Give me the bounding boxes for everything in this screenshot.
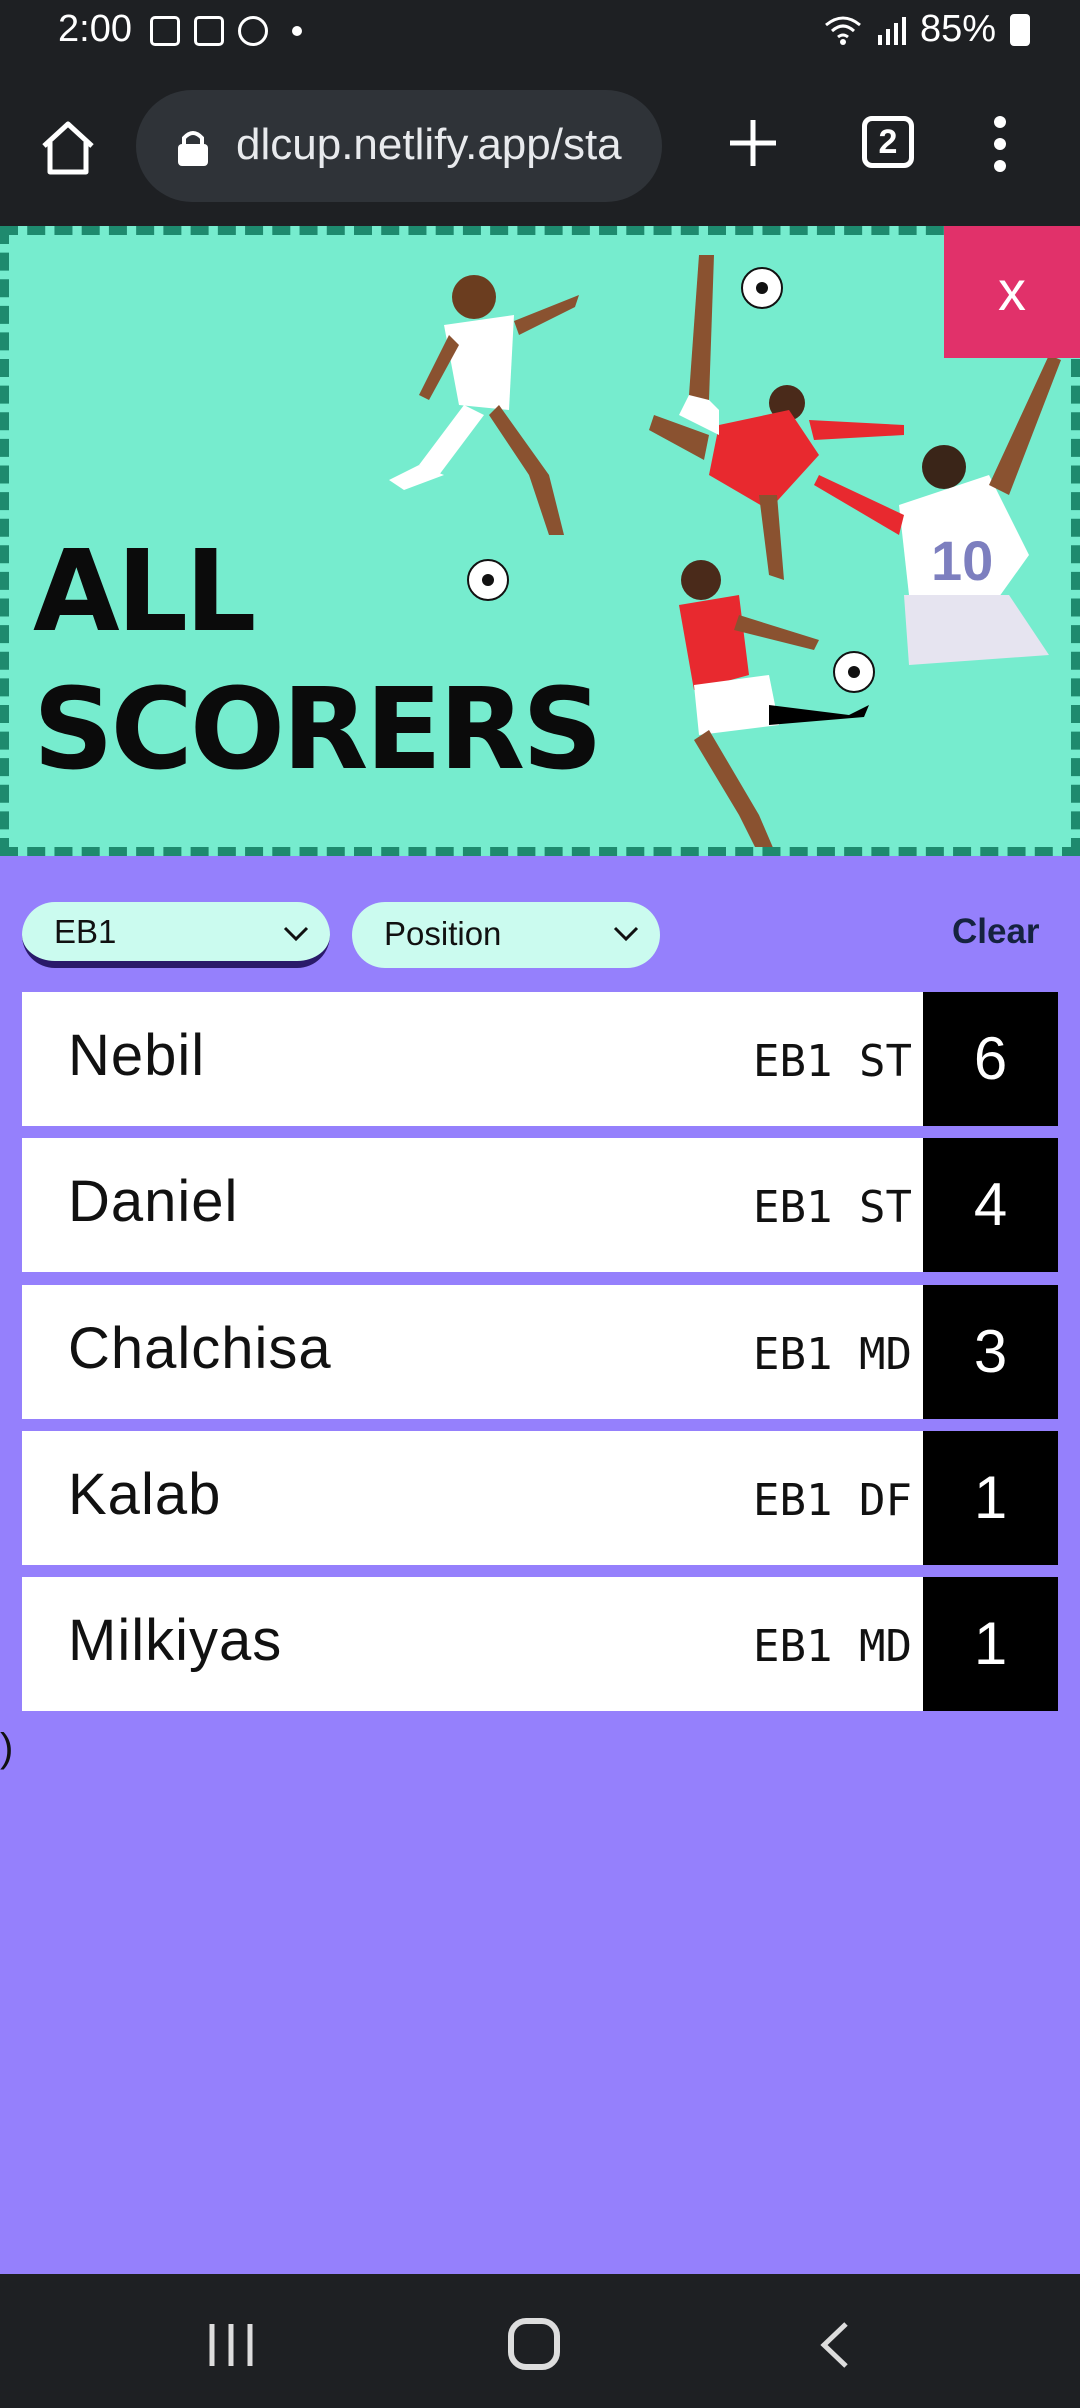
scorer-position: DF [859,1475,912,1526]
chevron-down-icon [283,926,309,942]
scorer-name: Chalchisa [68,1316,332,1381]
scorer-position: ST [859,1182,912,1233]
more-vert-icon[interactable] [988,114,1012,174]
scorer-name: Kalab [68,1462,222,1527]
scorer-goals: 1 [923,1577,1058,1711]
lock-icon [178,131,208,166]
scorer-name: Milkiyas [68,1608,283,1673]
chevron-down-icon [613,926,639,942]
recent-apps-icon[interactable] [206,2322,256,2368]
home-nav-icon[interactable] [508,2318,560,2370]
battery-icon [1010,13,1030,46]
scorer-goals: 1 [923,1431,1058,1565]
scorer-row[interactable]: Chalchisa EB1 MD 3 [22,1285,1058,1419]
wifi-icon [824,16,861,45]
close-button[interactable]: x [944,226,1080,358]
scorer-row[interactable]: Kalab EB1 DF 1 [22,1431,1058,1565]
scorer-team-position: EB1 ST [753,1036,912,1087]
team-filter-value: EB1 [54,913,117,950]
player-white-ten-icon: 10 [814,355,1061,665]
scorer-team: EB1 [753,1182,833,1233]
scorer-team: EB1 [753,1329,833,1380]
scorer-name: Daniel [68,1169,239,1234]
scorer-team: EB1 [753,1621,833,1672]
scorer-team-position: EB1 ST [753,1182,912,1233]
position-filter-value: Position [384,915,502,952]
signal-icon [877,16,906,45]
browser-toolbar: dlcup.netlify.app/sta 2 [0,66,1080,226]
scorer-position: MD [859,1621,912,1672]
scorer-position: MD [859,1329,912,1380]
position-filter-select[interactable]: Position [352,902,660,968]
address-bar[interactable]: dlcup.netlify.app/sta [136,90,662,202]
status-right: 85% [824,8,1030,51]
player-white-left-icon [389,275,579,535]
scorer-team-position: EB1 DF [753,1475,912,1526]
scorer-goals: 3 [923,1285,1058,1419]
status-time: 2:00 [58,8,132,50]
scorer-team: EB1 [753,1475,833,1526]
scorer-goals: 4 [923,1138,1058,1272]
player-red-bottom-icon [679,560,869,847]
back-icon[interactable] [818,2320,852,2370]
clear-filters-button[interactable]: Clear [952,912,1040,952]
stray-text: ) [0,1726,14,1770]
gesture-icon [194,16,224,46]
status-bar: 2:00 85% [0,0,1080,66]
alarm-icon [238,16,268,46]
scorer-position: ST [859,1036,912,1087]
scorer-row[interactable]: Nebil EB1 ST 6 [22,992,1058,1126]
tab-switcher-button[interactable]: 2 [862,116,914,168]
battery-percent: 85% [919,8,996,50]
scorer-row[interactable]: Milkiyas EB1 MD 1 [22,1577,1058,1711]
system-nav-bar [0,2274,1080,2408]
home-icon[interactable] [36,116,100,180]
more-notifications-dot-icon [292,26,302,36]
scorer-team-position: EB1 MD [753,1329,912,1380]
jersey-number: 10 [931,529,993,592]
scorer-row[interactable]: Daniel EB1 ST 4 [22,1138,1058,1272]
gallery-icon [150,16,180,46]
player-red-top-icon [649,255,904,580]
scorer-team: EB1 [753,1036,833,1087]
team-filter-select[interactable]: EB1 [22,902,330,968]
url-text: dlcup.netlify.app/sta [236,120,622,169]
new-tab-icon[interactable] [728,118,778,168]
scorer-name: Nebil [68,1023,206,1088]
hero-banner: ALL SCORERS 10 [0,226,1080,856]
scorer-team-position: EB1 MD [753,1621,912,1672]
scorer-goals: 6 [923,992,1058,1126]
notification-icons [150,16,302,46]
